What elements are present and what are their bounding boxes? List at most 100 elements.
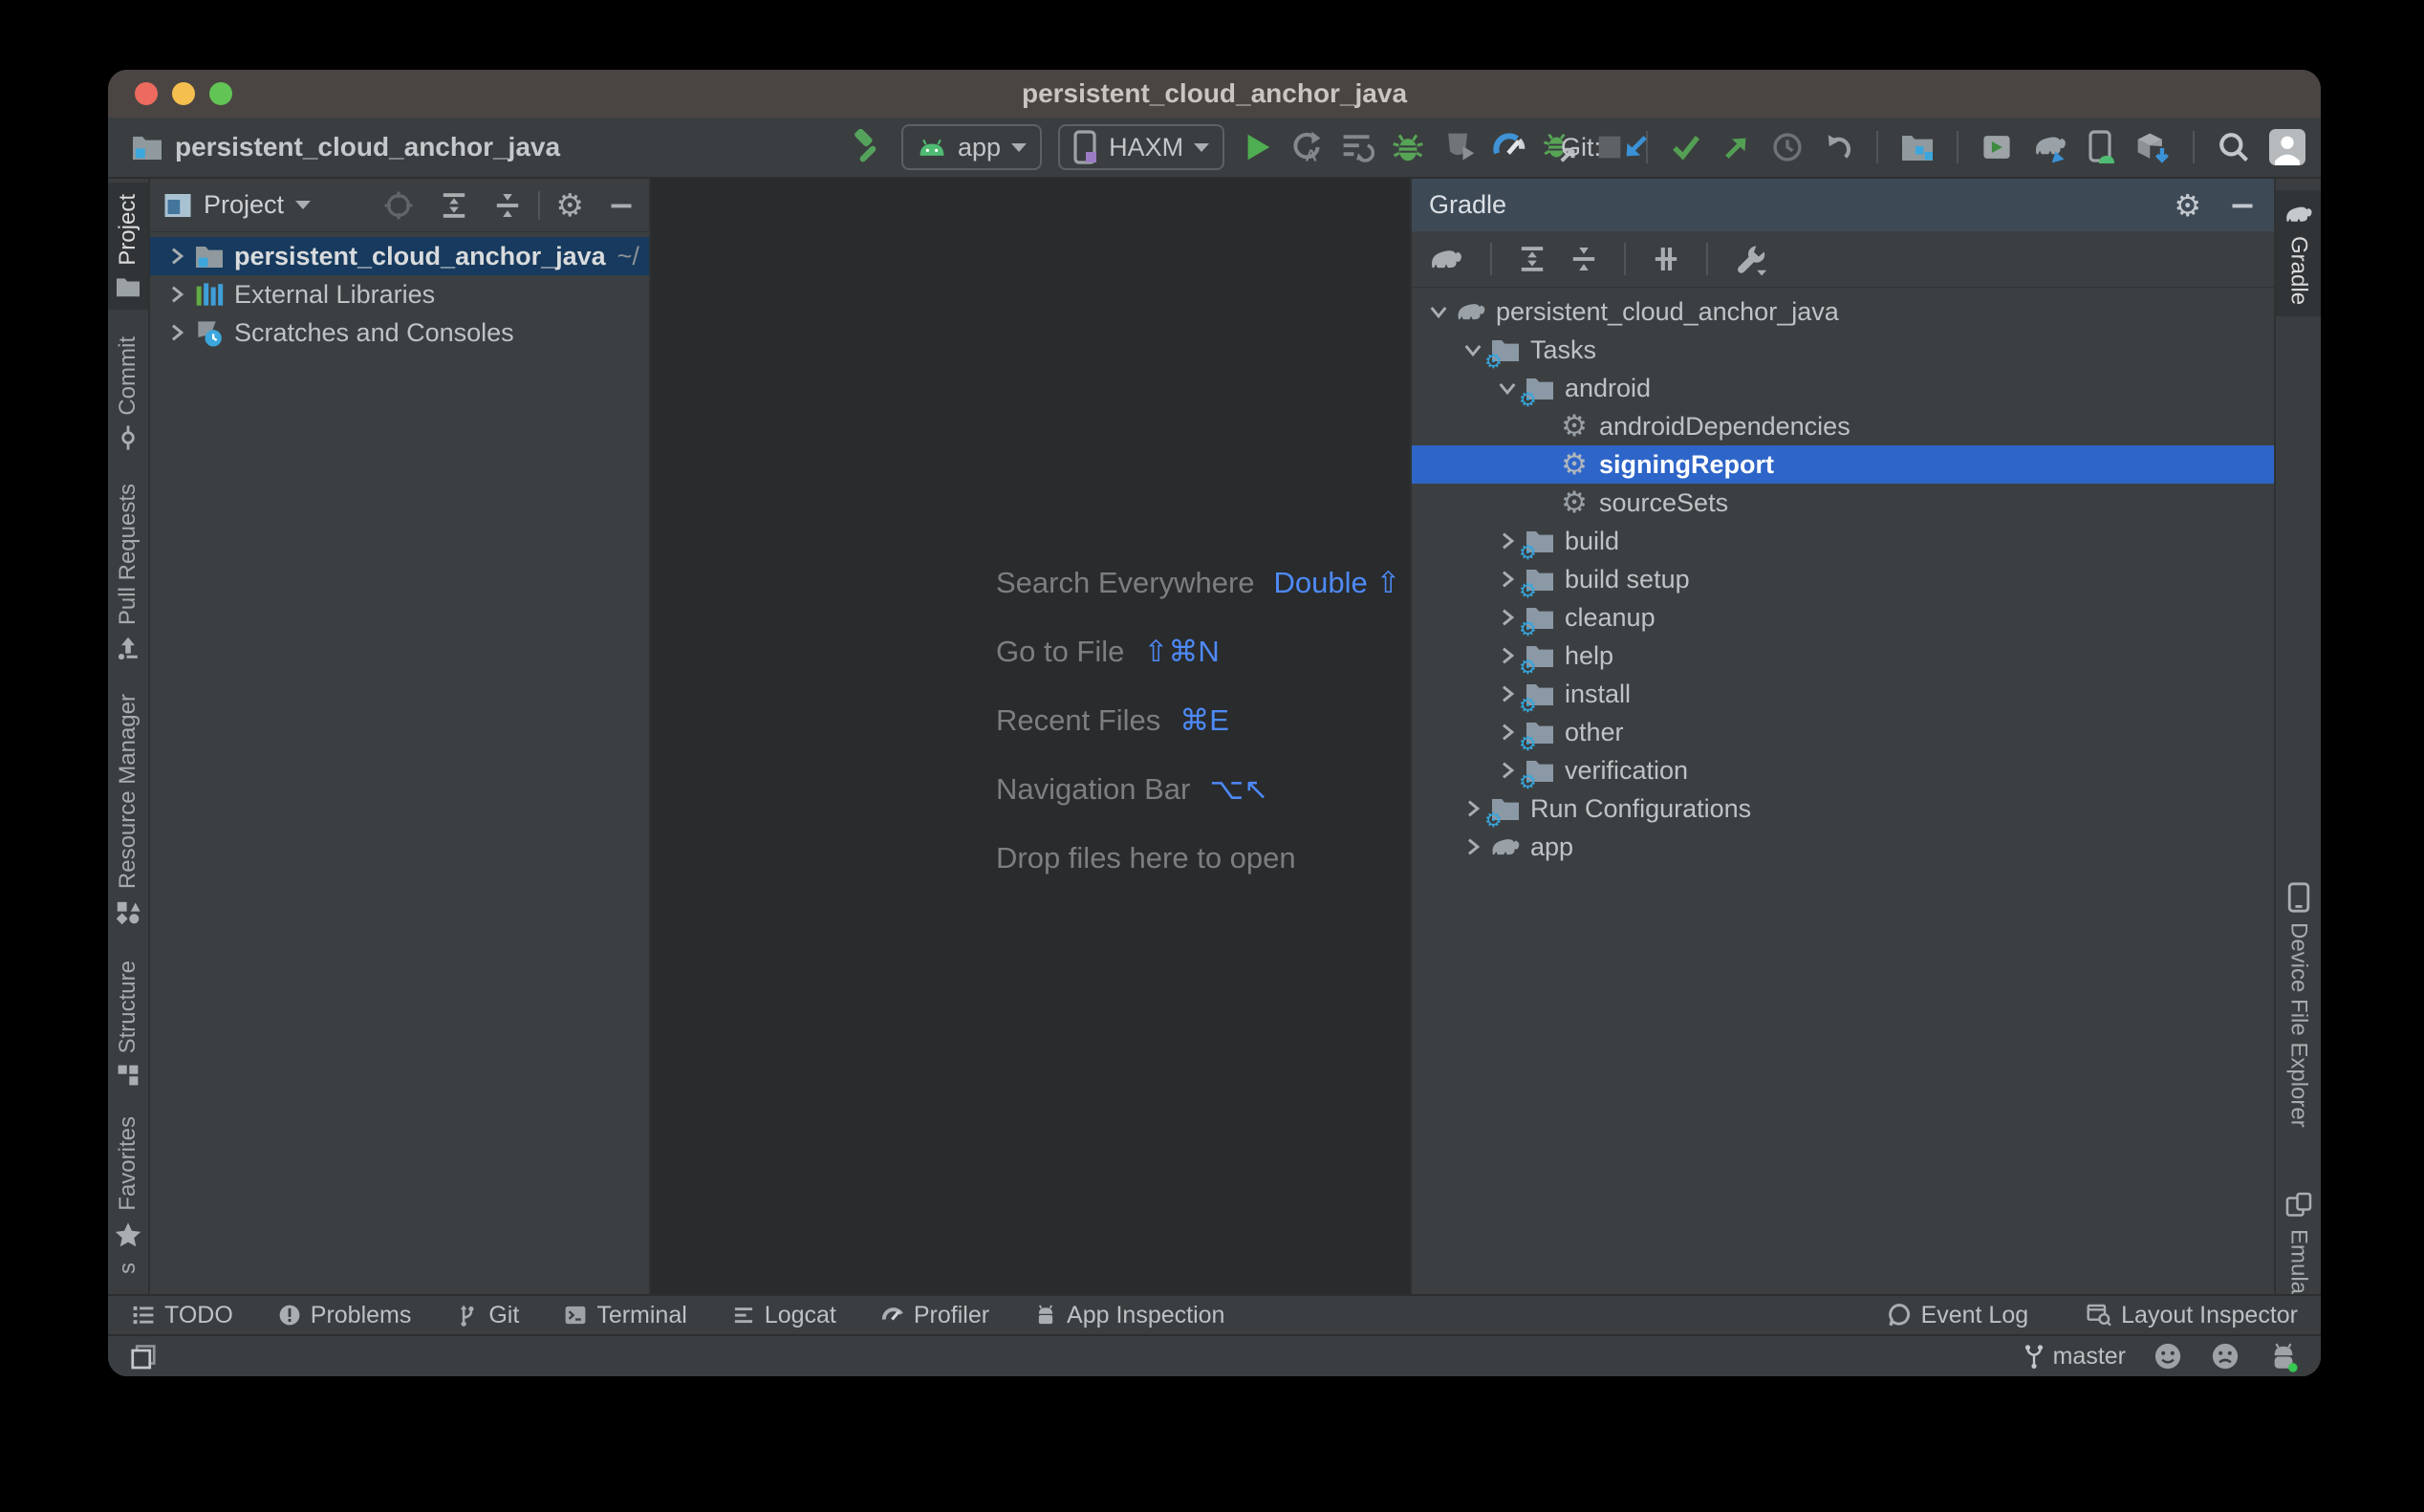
status-bar: master: [108, 1334, 2321, 1376]
tab-profiler[interactable]: Profiler: [880, 1302, 989, 1329]
chevron-right-icon[interactable]: [1458, 834, 1488, 859]
run-config-select[interactable]: app: [901, 124, 1042, 170]
header-separator: [538, 191, 540, 220]
minimize-button[interactable]: [172, 82, 195, 105]
gradle-tree-row[interactable]: ⚙ sourceSets: [1412, 484, 2274, 522]
window-title: persistent_cloud_anchor_java: [1022, 78, 1407, 109]
git-push-icon[interactable]: [1721, 131, 1753, 163]
stripe-tab-gradle[interactable]: Gradle: [2276, 190, 2321, 316]
apply-code-changes-icon[interactable]: [1340, 130, 1374, 164]
sdk-manager-icon[interactable]: [2134, 130, 2171, 164]
gradle-tree-row[interactable]: ⚙ androidDependencies: [1412, 407, 2274, 445]
chevron-right-icon[interactable]: [162, 282, 192, 307]
run-button[interactable]: [1241, 131, 1273, 163]
profile-avatar[interactable]: [2269, 129, 2305, 165]
gradle-settings-wrench-icon[interactable]: [1733, 242, 1767, 276]
run-toolbar: app HAXM A: [849, 124, 1652, 170]
collapse-all-icon[interactable]: [1569, 244, 1599, 274]
close-button[interactable]: [135, 82, 158, 105]
gradle-tree-row[interactable]: app: [1412, 828, 2274, 866]
tab-todo[interactable]: TODO: [131, 1302, 233, 1329]
profiler-button[interactable]: [1492, 130, 1526, 164]
stripe-tab-structure[interactable]: Structure: [108, 949, 148, 1099]
tree-row-external-libraries[interactable]: External Libraries: [150, 275, 649, 313]
pull-request-icon: [115, 635, 141, 661]
gradle-tree: persistent_cloud_anchor_java ⚙ Tasks ⚙ a…: [1412, 288, 2274, 866]
chevron-down-icon[interactable]: [1423, 299, 1454, 324]
apply-changes-restart-icon[interactable]: A: [1289, 130, 1324, 164]
stripe-tab-resource-manager[interactable]: Resource Manager: [108, 682, 148, 937]
project-breadcrumb[interactable]: persistent_cloud_anchor_java: [108, 132, 560, 162]
gradle-tree-row[interactable]: ⚙ verification: [1412, 751, 2274, 789]
offline-mode-icon[interactable]: [1651, 244, 1681, 274]
task-group-folder-icon: ⚙: [1523, 372, 1557, 404]
project-structure-icon[interactable]: [1900, 132, 1935, 162]
sad-feedback-icon[interactable]: [2210, 1341, 2240, 1372]
hide-panel-icon[interactable]: [607, 191, 636, 220]
device-label: HAXM: [1109, 133, 1183, 162]
avd-manager-icon[interactable]: [2088, 130, 2116, 164]
chevron-right-icon[interactable]: [162, 320, 192, 345]
tab-event-log[interactable]: Event Log: [1886, 1302, 2029, 1329]
git-update-icon[interactable]: [1619, 131, 1652, 163]
expand-all-icon[interactable]: [1517, 244, 1547, 274]
editor-area[interactable]: Search Everywhere Double ⇧ Go to File ⇧⌘…: [651, 179, 1410, 1294]
run-with-coverage-icon[interactable]: [1441, 130, 1476, 164]
tab-app-inspection[interactable]: App Inspection: [1033, 1302, 1224, 1329]
gradle-tree-row[interactable]: ⚙ build: [1412, 522, 2274, 560]
stripe-tab-pull-requests[interactable]: Pull Requests: [108, 472, 148, 673]
stripe-tab-project[interactable]: Project: [108, 183, 148, 310]
stripe-tab-device-file-explorer[interactable]: Device File Explorer: [2276, 871, 2321, 1139]
gradle-tree-row[interactable]: ⚙ install: [1412, 675, 2274, 713]
happy-feedback-icon[interactable]: [2153, 1341, 2183, 1372]
device-select[interactable]: HAXM: [1058, 124, 1224, 170]
tab-terminal[interactable]: Terminal: [563, 1302, 686, 1329]
run-anything-icon[interactable]: [1980, 131, 2013, 163]
shortcut-row: Drop files here to open: [996, 824, 1400, 893]
project-panel-title[interactable]: Project: [204, 190, 284, 220]
chevron-down-icon[interactable]: [295, 201, 311, 209]
tree-row-scratches[interactable]: Scratches and Consoles: [150, 313, 649, 352]
stripe-tab-commit[interactable]: Commit: [108, 325, 148, 464]
gradle-sync-icon[interactable]: [2031, 131, 2069, 163]
gradle-tree-row[interactable]: ⚙ Tasks: [1412, 331, 2274, 369]
stripe-tab-truncated[interactable]: s: [108, 1261, 148, 1276]
gradle-tree-row-selected[interactable]: ⚙ signingReport: [1412, 445, 2274, 484]
gradle-refresh-icon[interactable]: [1427, 244, 1465, 274]
debug-button[interactable]: [1391, 130, 1425, 164]
stripe-tab-favorites[interactable]: Favorites: [108, 1105, 148, 1261]
gear-icon[interactable]: ⚙: [555, 189, 584, 221]
gradle-tree-row[interactable]: ⚙ other: [1412, 713, 2274, 751]
toggle-tool-windows-icon[interactable]: [129, 1342, 158, 1371]
android-status-icon[interactable]: [2267, 1340, 2300, 1372]
collapse-all-icon[interactable]: [492, 190, 523, 221]
tab-problems[interactable]: Problems: [277, 1302, 412, 1329]
gradle-tree-row[interactable]: ⚙ cleanup: [1412, 598, 2274, 637]
run-configurations-folder-icon: ⚙: [1488, 792, 1523, 825]
tab-git[interactable]: Git: [455, 1302, 519, 1329]
gradle-panel-title[interactable]: Gradle: [1429, 190, 1506, 220]
search-everywhere-icon[interactable]: [2217, 130, 2251, 164]
gradle-tree-row[interactable]: ⚙ help: [1412, 637, 2274, 675]
gradle-elephant-icon: [2283, 202, 2315, 227]
tab-logcat[interactable]: Logcat: [731, 1302, 836, 1329]
gradle-tree-row[interactable]: persistent_cloud_anchor_java: [1412, 292, 2274, 331]
git-branch-widget[interactable]: master: [2023, 1343, 2126, 1371]
gradle-tree-row[interactable]: ⚙ build setup: [1412, 560, 2274, 598]
chevron-right-icon[interactable]: [162, 244, 192, 269]
gradle-tree-row[interactable]: ⚙ android: [1412, 369, 2274, 407]
expand-all-icon[interactable]: [439, 190, 469, 221]
zoom-button[interactable]: [209, 82, 232, 105]
hide-panel-icon[interactable]: [2228, 191, 2257, 220]
git-commit-check-icon[interactable]: [1670, 131, 1702, 163]
main-toolbar: persistent_cloud_anchor_java app HAXM: [108, 118, 2321, 179]
undo-icon[interactable]: [1822, 131, 1854, 163]
build-hammer-icon[interactable]: [849, 129, 885, 165]
gradle-elephant-icon: [1488, 831, 1523, 863]
tree-row-project-root[interactable]: persistent_cloud_anchor_java ~/: [150, 237, 649, 275]
gear-icon[interactable]: ⚙: [2174, 190, 2201, 221]
gradle-tree-row[interactable]: ⚙ Run Configurations: [1412, 789, 2274, 828]
tab-layout-inspector[interactable]: Layout Inspector: [2086, 1302, 2298, 1329]
stripe-tab-emulator[interactable]: Emulator: [2276, 1179, 2321, 1294]
breadcrumb-label: persistent_cloud_anchor_java: [175, 132, 560, 162]
